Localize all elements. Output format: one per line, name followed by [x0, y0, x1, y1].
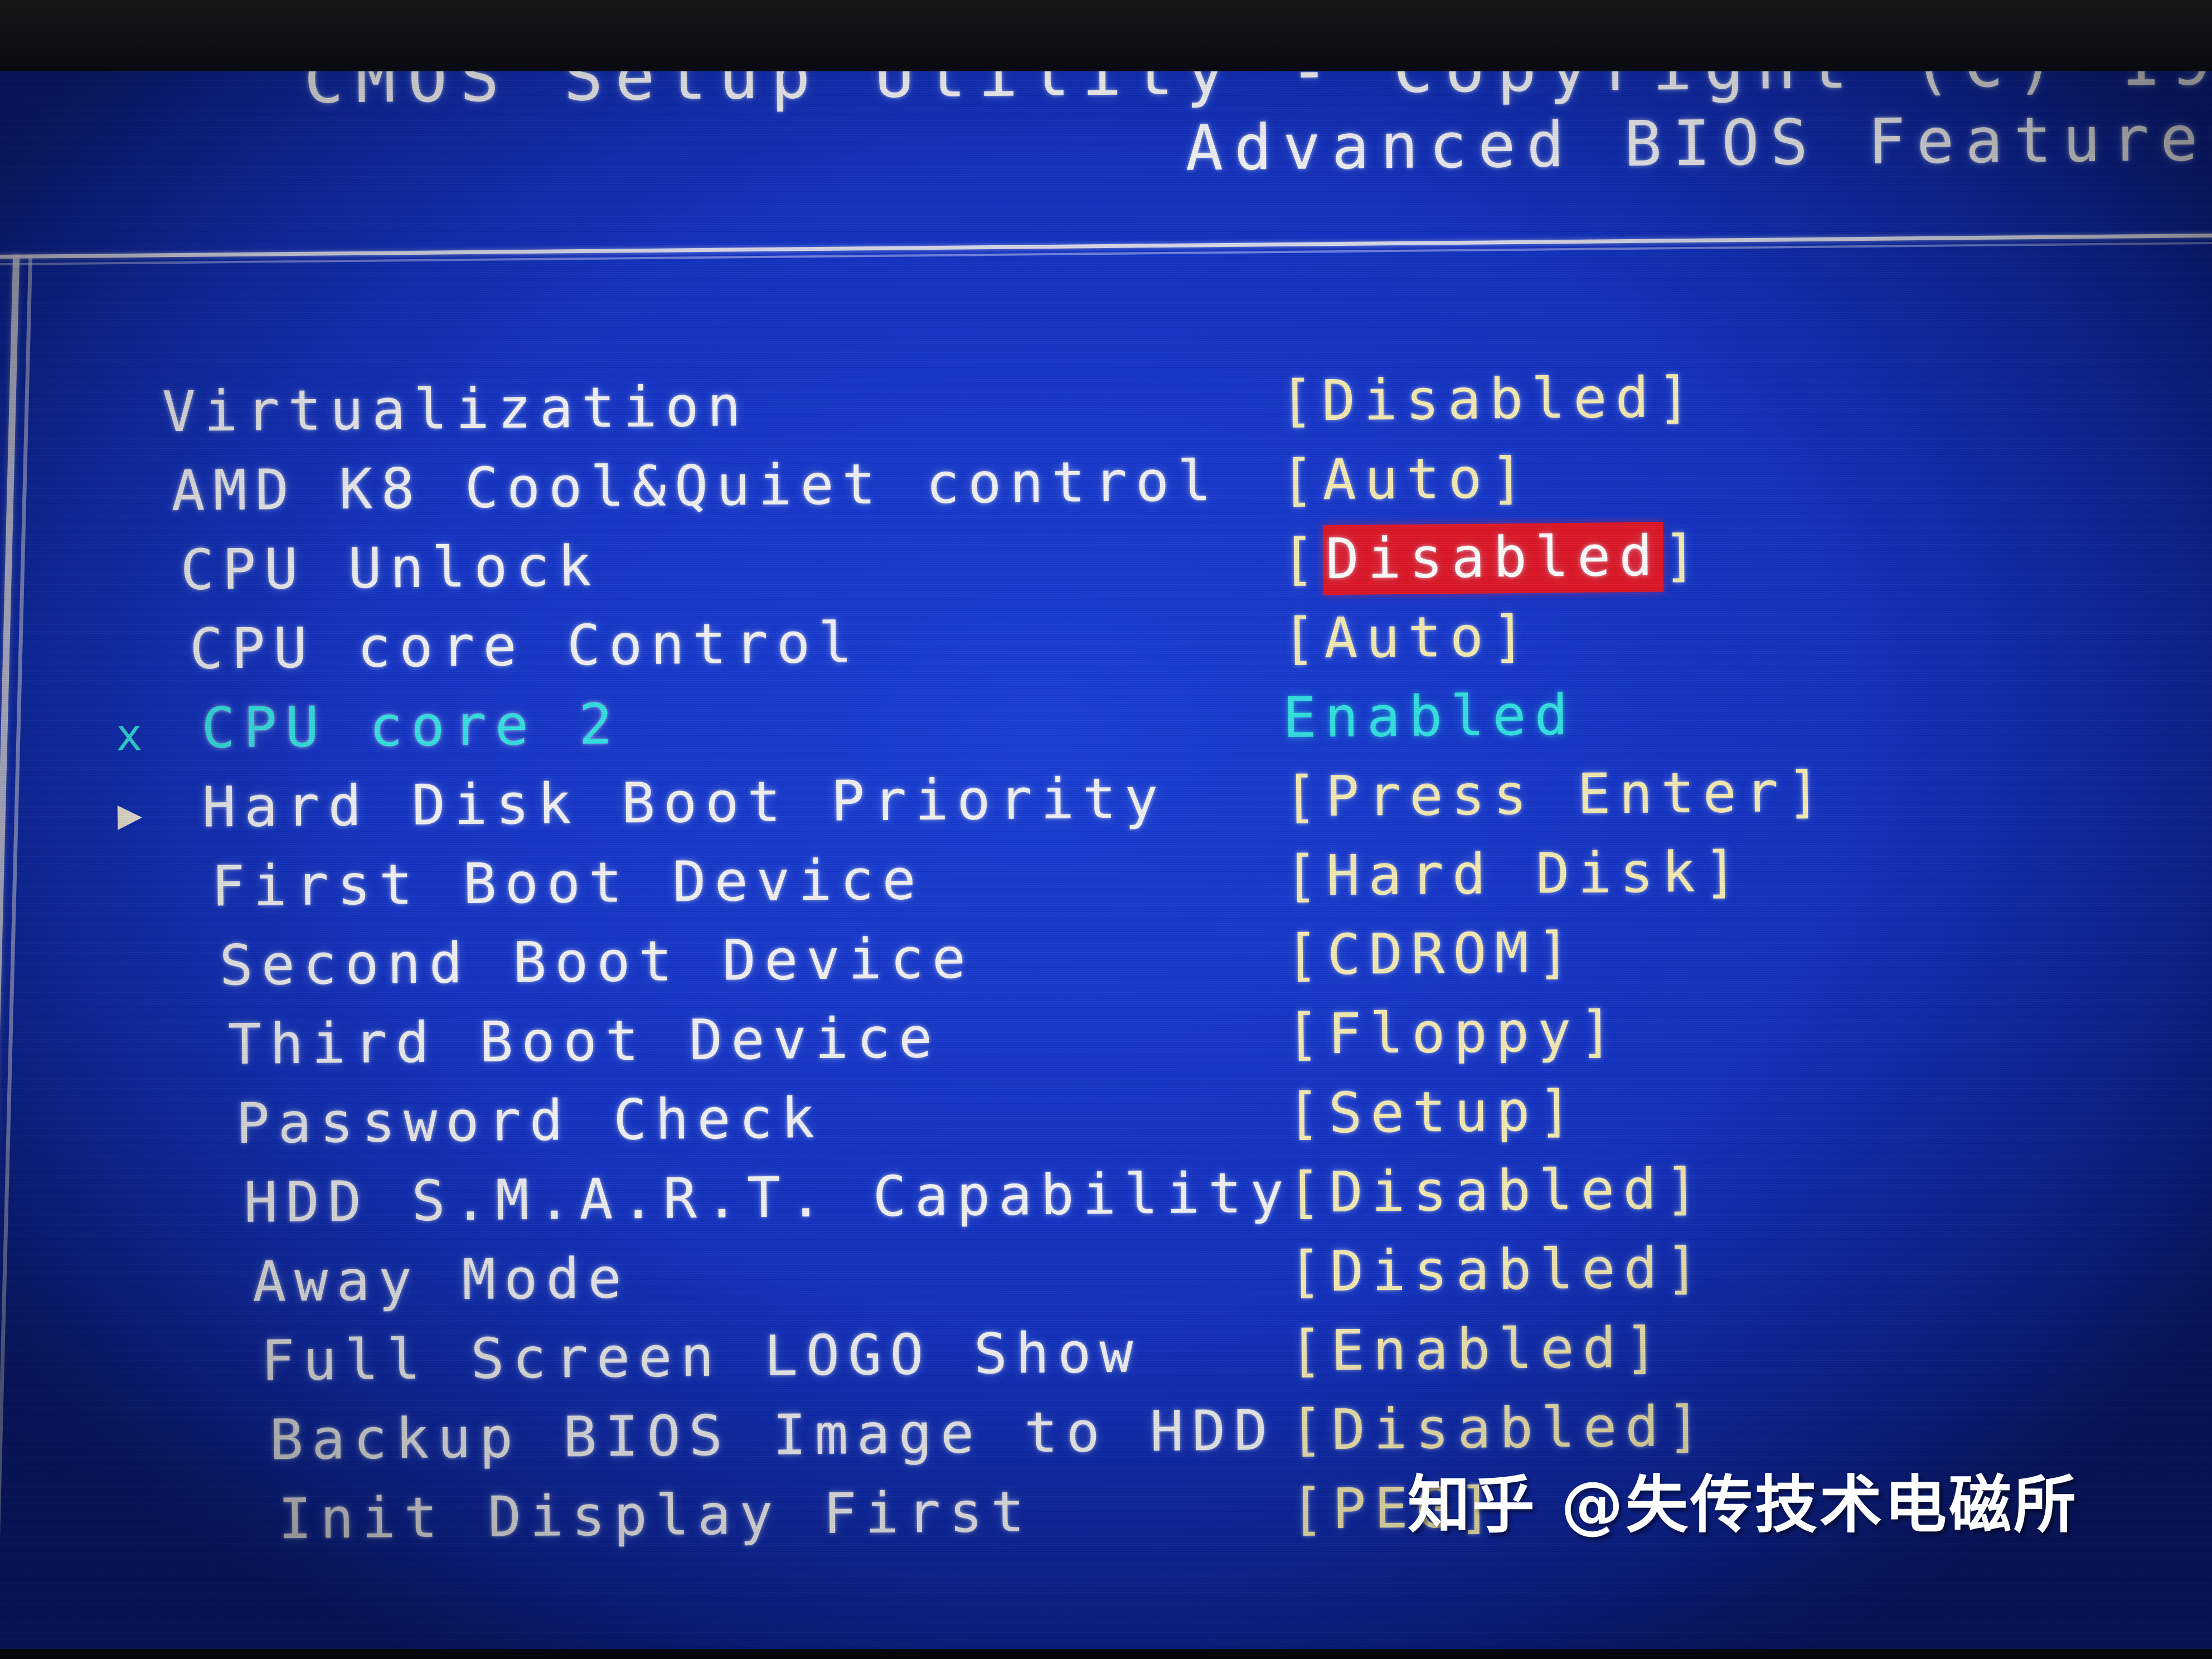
bios-option-value[interactable]: [Disabled]	[1281, 522, 1706, 595]
bios-option-value[interactable]: [Disabled]	[1287, 1156, 1707, 1225]
value-bracket-open: [	[1281, 526, 1324, 593]
bios-option-label: CPU core Control	[189, 610, 861, 682]
bios-option-label: CPU core 2	[201, 691, 622, 761]
bios-option-label: AMD K8 Cool&Quiet control	[171, 448, 1220, 524]
bios-option-value[interactable]: [Disabled]	[1279, 365, 1699, 434]
monitor-photo: CMOS Setup Utility - Copyright (C) 1984-…	[0, 0, 2212, 1659]
bios-option-label: HDD S.M.A.R.T. Capability	[244, 1160, 1293, 1235]
bios-option-value[interactable]: [Auto]	[1282, 604, 1534, 671]
bios-setup-screen: CMOS Setup Utility - Copyright (C) 1984-…	[0, 20, 2212, 1659]
bios-option-label: Init Display First	[278, 1479, 1034, 1552]
watermark: 知乎 @失传技术电磁所	[1408, 1469, 2078, 1541]
bios-option-value[interactable]: [Auto]	[1280, 445, 1532, 513]
submenu-triangle-icon: ▶	[117, 790, 143, 839]
bios-option-label: Hard Disk Boot Priority	[202, 765, 1167, 840]
bios-option-label: Password Check	[235, 1085, 823, 1157]
bios-option-label: First Boot Device	[211, 847, 925, 919]
bios-option-value[interactable]: [Setup]	[1287, 1078, 1581, 1146]
bios-option-label: Backup BIOS Image to HDD	[269, 1398, 1277, 1473]
page-title: CMOS Setup Utility - Copyright (C) 1984-…	[303, 19, 2212, 118]
bios-option-label: Third Boot Device	[227, 1005, 941, 1078]
bios-option-value[interactable]: [Floppy]	[1286, 998, 1622, 1067]
bios-option-value[interactable]: [Enabled]	[1289, 1314, 1667, 1383]
bios-option-value[interactable]: [Disabled]	[1288, 1235, 1707, 1304]
bios-option-value[interactable]: [Hard Disk]	[1284, 839, 1746, 909]
selected-value-highlight[interactable]: Disabled	[1323, 522, 1664, 595]
value-bracket-close: ]	[1662, 522, 1706, 589]
x-marker-icon: x	[115, 709, 143, 761]
bios-option-label: Full Screen LOGO Show	[260, 1320, 1142, 1394]
bios-option-value[interactable]: [Disabled]	[1289, 1394, 1709, 1463]
bios-option-label: CPU Unlock	[180, 533, 600, 603]
bios-option-value[interactable]: [CDROM]	[1285, 920, 1579, 988]
bios-option-value[interactable]: Enabled	[1283, 682, 1577, 750]
bios-option-label: Second Boot Device	[219, 925, 974, 998]
bios-option-label: Away Mode	[252, 1245, 630, 1314]
page-subtitle: Advanced BIOS Features	[1185, 102, 2212, 185]
bios-option-label: Virtualization	[162, 373, 750, 445]
bios-options-list: Virtualization [Disabled] AMD K8 Cool&Quie…	[3, 362, 2212, 1570]
bios-header: CMOS Setup Utility - Copyright (C) 1984-…	[0, 20, 2212, 185]
bios-option-value[interactable]: [Press Enter]	[1283, 759, 1829, 830]
